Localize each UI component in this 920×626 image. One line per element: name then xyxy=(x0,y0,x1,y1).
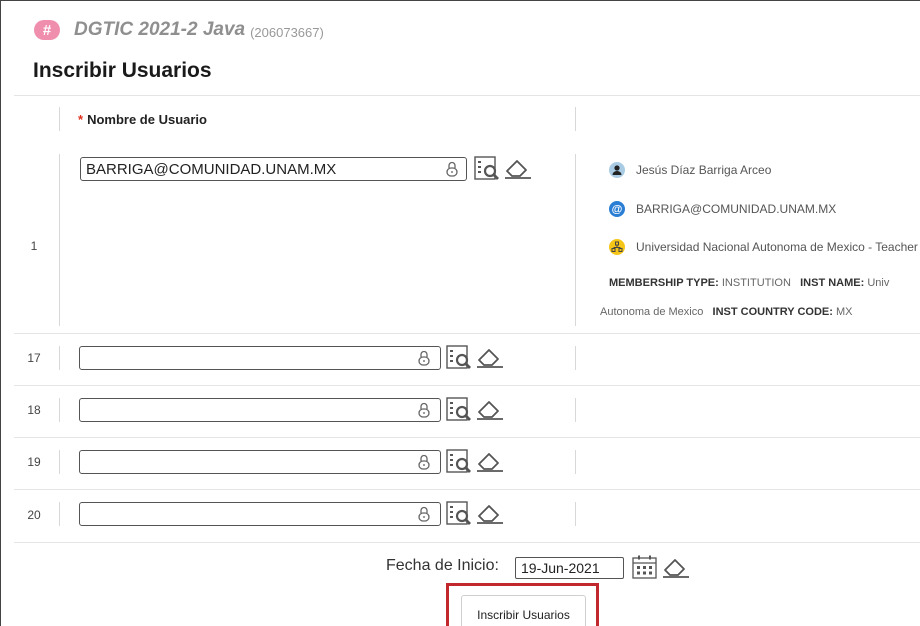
enroll-users-button[interactable]: Inscribir Usuarios xyxy=(461,595,586,626)
svg-text:@: @ xyxy=(612,204,623,216)
row-number: 18 xyxy=(27,403,41,417)
membership-info-continued: Autonoma de Mexico INST COUNTRY CODE: MX xyxy=(600,306,852,318)
eraser-icon[interactable] xyxy=(476,346,504,368)
eraser-icon[interactable] xyxy=(476,502,504,524)
user-institution-detail: Universidad Nacional Autonoma de Mexico … xyxy=(609,239,918,255)
column-divider xyxy=(59,154,60,326)
row-number: 20 xyxy=(27,508,41,522)
username-input[interactable] xyxy=(79,450,441,474)
lock-icon xyxy=(446,161,458,177)
column-divider xyxy=(59,502,60,526)
user-email-detail: @ BARRIGA@COMUNIDAD.UNAM.MX xyxy=(609,201,836,217)
start-date-label: Fecha de Inicio: xyxy=(386,557,499,574)
row-number: 19 xyxy=(27,455,41,469)
course-header: # DGTIC 2021-2 Java (206073667) xyxy=(34,18,324,42)
search-user-icon[interactable] xyxy=(446,397,472,423)
column-divider xyxy=(59,398,60,422)
table-top-divider xyxy=(14,95,920,96)
username-column-header: * Nombre de Usuario xyxy=(78,112,207,127)
column-divider xyxy=(575,346,576,370)
lock-icon xyxy=(418,350,430,366)
eraser-icon[interactable] xyxy=(476,398,504,420)
row-number: 17 xyxy=(27,351,41,365)
search-user-icon[interactable] xyxy=(446,501,472,527)
username-input[interactable] xyxy=(79,502,441,526)
search-user-icon[interactable] xyxy=(446,449,472,475)
username-input[interactable] xyxy=(79,398,441,422)
column-divider xyxy=(575,398,576,422)
column-divider xyxy=(575,450,576,474)
person-icon xyxy=(609,162,625,178)
eraser-icon[interactable] xyxy=(504,157,532,179)
lock-icon xyxy=(418,402,430,418)
eraser-icon[interactable] xyxy=(662,556,690,578)
calendar-icon[interactable] xyxy=(632,555,657,579)
user-email: BARRIGA@COMUNIDAD.UNAM.MX xyxy=(636,202,837,216)
column-divider xyxy=(59,450,60,474)
inst-name-value-start: Univ xyxy=(867,277,890,289)
row-divider xyxy=(14,437,920,438)
at-sign-icon: @ xyxy=(609,201,625,217)
membership-type-label: MEMBERSHIP TYPE: xyxy=(609,277,719,289)
username-header-label: Nombre de Usuario xyxy=(87,112,207,127)
column-divider xyxy=(575,107,576,131)
start-date-input[interactable] xyxy=(515,557,624,579)
search-user-icon[interactable] xyxy=(446,345,472,371)
inst-country-label: INST COUNTRY CODE: xyxy=(712,306,833,318)
column-divider xyxy=(59,107,60,131)
course-title: DGTIC 2021-2 Java xyxy=(74,19,246,40)
course-logo-icon: # xyxy=(34,20,60,40)
lock-icon xyxy=(418,506,430,522)
inst-name-label: INST NAME: xyxy=(800,277,865,289)
column-divider xyxy=(575,502,576,526)
inst-name-value-end: Autonoma de Mexico xyxy=(600,306,704,318)
eraser-icon[interactable] xyxy=(476,450,504,472)
course-id: (206073667) xyxy=(250,24,324,40)
user-full-name: Jesús Díaz Barriga Arceo xyxy=(636,163,772,177)
username-input[interactable] xyxy=(79,346,441,370)
lock-icon xyxy=(418,454,430,470)
search-user-icon[interactable] xyxy=(474,156,500,182)
column-divider xyxy=(575,154,576,326)
row-divider xyxy=(14,489,920,490)
institution-icon xyxy=(609,239,625,255)
column-divider xyxy=(59,346,60,370)
row-divider xyxy=(14,385,920,386)
membership-info: MEMBERSHIP TYPE: INSTITUTION INST NAME: … xyxy=(609,277,889,289)
page-title: Inscribir Usuarios xyxy=(33,59,212,82)
row-divider xyxy=(14,333,920,334)
user-name-detail: Jesús Díaz Barriga Arceo xyxy=(609,162,771,178)
row-divider xyxy=(14,542,920,543)
username-input[interactable] xyxy=(80,157,467,181)
row-number: 1 xyxy=(30,239,38,253)
membership-type-value: INSTITUTION xyxy=(721,277,791,289)
required-marker: * xyxy=(78,112,84,127)
user-institution-role: Universidad Nacional Autonoma de Mexico … xyxy=(636,240,918,254)
inst-country-value: MX xyxy=(835,306,853,318)
